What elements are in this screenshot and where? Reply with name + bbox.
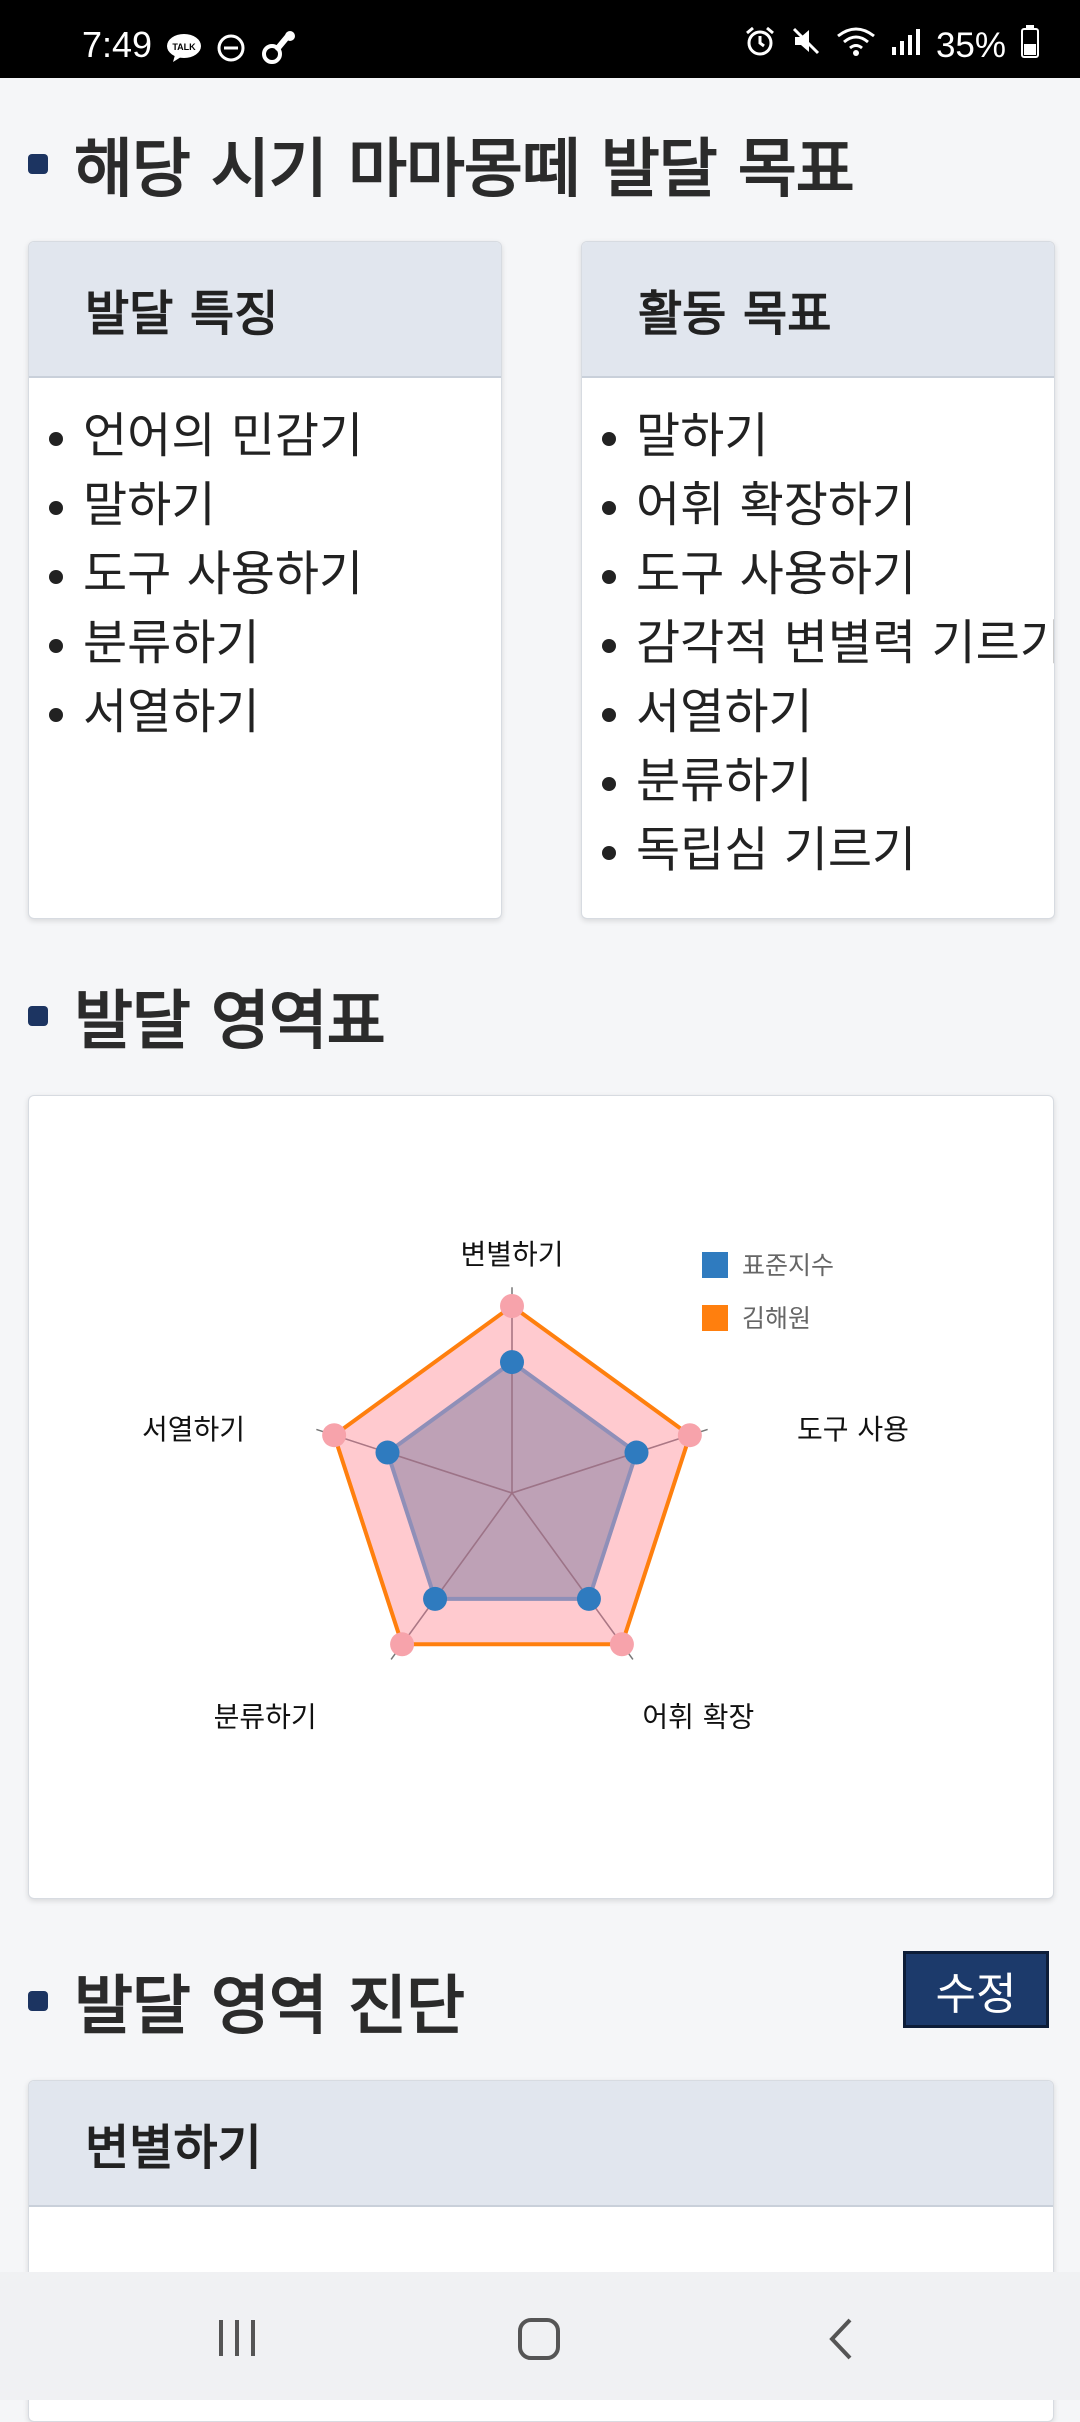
list-item: 분류하기 <box>602 747 1054 816</box>
radar-category-label: 도구 사용 <box>797 1413 909 1446</box>
list-item: 도구 사용하기 <box>49 540 501 609</box>
radar-point <box>500 1350 524 1375</box>
alarm-icon <box>744 25 776 66</box>
section-bullet-icon <box>28 154 48 174</box>
list-item: 언어의 민감기 <box>49 402 501 471</box>
radar-point <box>677 1423 702 1448</box>
section-title-goals: 해당 시기 마마몽떼 발달 목표 <box>28 118 855 210</box>
radar-point <box>500 1294 524 1318</box>
list-item: 분류하기 <box>49 609 501 678</box>
features-list: 언어의 민감기 말하기 도구 사용하기 분류하기 서열하기 <box>29 378 501 747</box>
home-icon[interactable] <box>516 2316 562 2366</box>
status-bar: 7:49 TALK 35% <box>0 0 1080 78</box>
list-item: 도구 사용하기 <box>602 540 1054 609</box>
section-bullet-icon <box>28 1006 48 1026</box>
section-title-chart: 발달 영역표 <box>28 970 386 1062</box>
list-item: 감각적 변별력 기르기 <box>602 609 1054 678</box>
activity-card-header: 활동 목표 <box>582 242 1054 378</box>
pacifier-icon <box>260 30 298 71</box>
status-time: 7:49 <box>82 24 153 65</box>
radar-category-label: 분류하기 <box>214 1700 317 1733</box>
activity-list: 말하기 어휘 확장하기 도구 사용하기 감각적 변별력 기르기 서열하기 분류하… <box>582 378 1054 885</box>
goals-title: 해당 시기 마마몽떼 발달 목표 <box>74 133 855 207</box>
diagnosis-title: 발달 영역 진단 <box>74 1970 465 2044</box>
list-item: 말하기 <box>602 402 1054 471</box>
features-card-header: 발달 특징 <box>29 242 501 378</box>
mute-icon <box>790 25 822 66</box>
radar-point <box>423 1586 448 1611</box>
signal-icon <box>890 26 922 66</box>
wifi-icon <box>836 25 876 66</box>
radar-point <box>390 1632 415 1657</box>
radar-point <box>609 1632 634 1657</box>
edit-button[interactable]: 수정 <box>903 1951 1049 2028</box>
radar-chart-card: 변별하기도구 사용어휘 확장 분류하기 서열하기 표준지수김해원 <box>28 1095 1054 1899</box>
legend-label: 표준지수 <box>742 1251 834 1280</box>
battery-icon <box>1020 24 1040 67</box>
kakaotalk-icon: TALK <box>166 33 202 68</box>
chart-title: 발달 영역표 <box>74 985 386 1059</box>
nav-bar <box>0 2272 1080 2400</box>
legend-swatch <box>702 1305 728 1331</box>
list-item: 서열하기 <box>602 678 1054 747</box>
radar-point <box>624 1440 649 1465</box>
radar-category-label: 변별하기 <box>460 1238 563 1271</box>
list-item: 어휘 확장하기 <box>602 471 1054 540</box>
list-item: 서열하기 <box>49 678 501 747</box>
section-bullet-icon <box>28 1991 48 2011</box>
section-title-diagnosis: 발달 영역 진단 <box>28 1955 465 2047</box>
radar-point <box>375 1440 400 1465</box>
svg-text:TALK: TALK <box>172 42 196 52</box>
list-item: 독립심 기르기 <box>602 816 1054 885</box>
legend-swatch <box>702 1252 728 1278</box>
dnd-icon <box>216 33 246 68</box>
radar-chart: 변별하기도구 사용어휘 확장 분류하기 서열하기 표준지수김해원 <box>142 1238 909 1733</box>
radar-category-label: 서열하기 <box>142 1413 245 1446</box>
list-item: 말하기 <box>49 471 501 540</box>
legend-label: 김해원 <box>742 1304 811 1333</box>
radar-point <box>322 1423 347 1448</box>
radar-category-label: 어휘 확장 <box>642 1700 754 1733</box>
radar-point <box>576 1586 601 1611</box>
recent-apps-icon[interactable] <box>216 2318 258 2362</box>
features-card: 발달 특징 언어의 민감기 말하기 도구 사용하기 분류하기 서열하기 <box>28 241 502 919</box>
diagnosis-card-header: 변별하기 <box>29 2081 1053 2207</box>
battery-percent: 35% <box>935 25 1006 65</box>
back-icon[interactable] <box>826 2316 858 2366</box>
activity-card: 활동 목표 말하기 어휘 확장하기 도구 사용하기 감각적 변별력 기르기 서열… <box>581 241 1055 919</box>
